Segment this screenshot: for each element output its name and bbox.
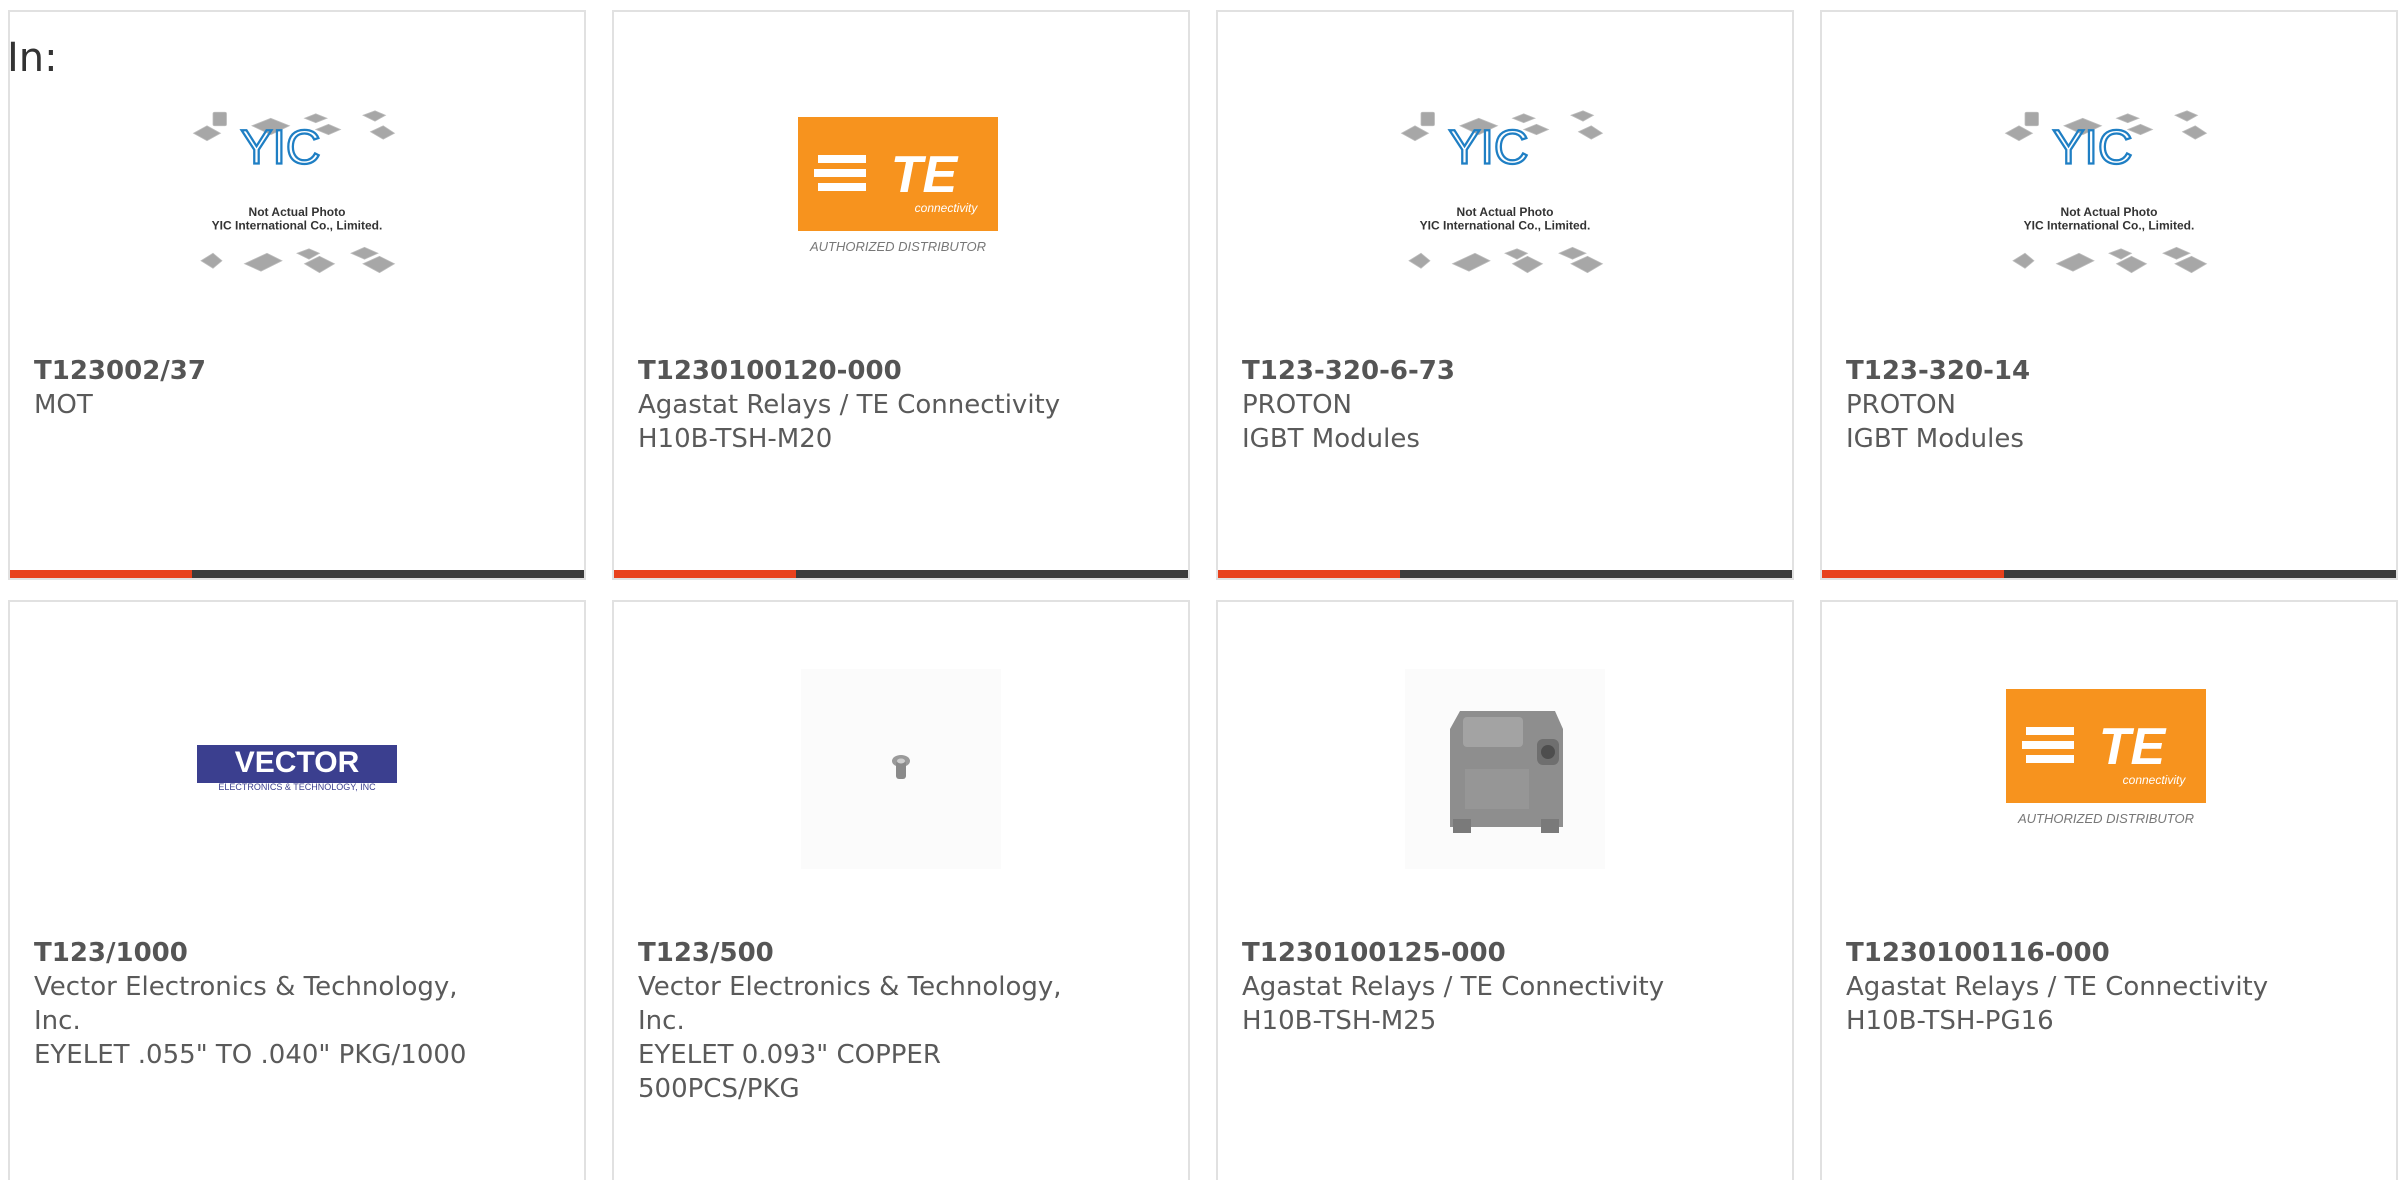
te-logo-image: TE connectivity AUTHORIZED DISTRIBUTOR [798, 117, 998, 254]
product-text: T1230100116-000 Agastat Relays / TE Conn… [1846, 936, 2306, 1038]
product-image-placeholder [1400, 664, 1610, 874]
svg-text:VECTOR: VECTOR [235, 746, 360, 779]
part-number[interactable]: T1230100116-000 [1846, 936, 2306, 970]
product-image-placeholder [796, 664, 1006, 874]
product-line: PROTON [1846, 390, 1957, 420]
part-number[interactable]: T123/1000 [34, 936, 494, 970]
product-line: H10B-TSH-M25 [1242, 1006, 1437, 1036]
product-image-placeholder: TE connectivity AUTHORIZED DISTRIBUTOR [796, 92, 1006, 302]
product-text: T123002/37 MOT [34, 354, 494, 422]
card-footer-bar [614, 570, 1188, 578]
product-line: Agastat Relays / TE Connectivity [638, 390, 1061, 420]
te-logo-image: TE connectivity AUTHORIZED DISTRIBUTOR [2006, 689, 2206, 826]
svg-text:TE: TE [891, 146, 959, 204]
svg-text:YIC International Co., Limited: YIC International Co., Limited. [2024, 218, 2195, 232]
svg-text:Not Actual Photo: Not Actual Photo [2061, 205, 2158, 219]
card-footer-bar [1218, 570, 1792, 578]
yic-placeholder-image: YIC Not Actual Photo YIC International C… [2004, 110, 2208, 274]
product-card[interactable]: YIC Not Actual Photo YIC International C… [1820, 10, 2398, 580]
connector-hood-photo [1405, 669, 1605, 869]
product-line: MOT [34, 390, 93, 420]
search-prefix-label: In: [7, 35, 58, 81]
product-line: EYELET .055" TO .040" PKG/1000 [34, 1040, 467, 1070]
svg-text:YIC International Co., Limited: YIC International Co., Limited. [212, 218, 383, 232]
product-line: Inc. [638, 1006, 685, 1036]
product-line: H10B-TSH-PG16 [1846, 1006, 2054, 1036]
product-line: IGBT Modules [1242, 424, 1420, 454]
svg-text:ELECTRONICS & TECHNOLOGY, INC: ELECTRONICS & TECHNOLOGY, INC [218, 782, 376, 792]
svg-text:YIC: YIC [1448, 121, 1528, 174]
product-card[interactable]: VECTOR ELECTRONICS & TECHNOLOGY, INC T12… [8, 600, 586, 1180]
product-card[interactable]: TE connectivity AUTHORIZED DISTRIBUTOR T… [1820, 600, 2398, 1180]
yic-placeholder-image: YIC Not Actual Photo YIC International C… [1400, 110, 1604, 274]
product-image-placeholder: TE connectivity AUTHORIZED DISTRIBUTOR [2004, 664, 2214, 874]
card-footer-bar [1822, 570, 2396, 578]
product-line: EYELET 0.093" COPPER [638, 1040, 941, 1070]
product-text: T123/500 Vector Electronics & Technology… [638, 936, 1098, 1106]
card-footer-bar [10, 570, 584, 578]
part-number[interactable]: T123-320-6-73 [1242, 354, 1702, 388]
vector-logo-image: VECTOR ELECTRONICS & TECHNOLOGY, INC [197, 745, 397, 792]
product-card[interactable]: YIC Not Actual Photo YIC International C… [8, 10, 586, 580]
product-line: IGBT Modules [1846, 424, 2024, 454]
svg-text:YIC: YIC [240, 121, 320, 174]
part-number[interactable]: T1230100125-000 [1242, 936, 1702, 970]
product-text: T1230100125-000 Agastat Relays / TE Conn… [1242, 936, 1702, 1038]
product-image-placeholder: VECTOR ELECTRONICS & TECHNOLOGY, INC [192, 664, 402, 874]
product-text: T123/1000 Vector Electronics & Technolog… [34, 936, 494, 1072]
product-card[interactable]: T1230100125-000 Agastat Relays / TE Conn… [1216, 600, 1794, 1180]
product-card[interactable]: T123/500 Vector Electronics & Technology… [612, 600, 1190, 1180]
product-text: T123-320-14 PROTON IGBT Modules [1846, 354, 2306, 456]
product-line: H10B-TSH-M20 [638, 424, 833, 454]
product-image-placeholder: YIC Not Actual Photo YIC International C… [192, 92, 402, 302]
product-line: 500PCS/PKG [638, 1074, 800, 1104]
svg-text:connectivity: connectivity [915, 201, 979, 215]
product-image-placeholder: YIC Not Actual Photo YIC International C… [1400, 92, 1610, 302]
yic-placeholder-image: YIC Not Actual Photo YIC International C… [192, 110, 396, 274]
part-number[interactable]: T1230100120-000 [638, 354, 1098, 388]
svg-text:YIC International Co., Limited: YIC International Co., Limited. [1420, 218, 1591, 232]
svg-text:YIC: YIC [2052, 121, 2132, 174]
eyelet-photo [801, 669, 1001, 869]
part-number[interactable]: T123/500 [638, 936, 1098, 970]
svg-text:AUTHORIZED DISTRIBUTOR: AUTHORIZED DISTRIBUTOR [809, 239, 986, 254]
product-line: PROTON [1242, 390, 1353, 420]
product-image-placeholder: YIC Not Actual Photo YIC International C… [2004, 92, 2214, 302]
svg-text:TE: TE [2099, 718, 2167, 776]
part-number[interactable]: T123002/37 [34, 354, 494, 388]
svg-text:Not Actual Photo: Not Actual Photo [249, 205, 346, 219]
product-card[interactable]: YIC Not Actual Photo YIC International C… [1216, 10, 1794, 580]
product-line: Agastat Relays / TE Connectivity [1846, 972, 2269, 1002]
product-line: Vector Electronics & Technology, [638, 972, 1062, 1002]
product-line: Vector Electronics & Technology, [34, 972, 458, 1002]
product-text: T1230100120-000 Agastat Relays / TE Conn… [638, 354, 1098, 456]
product-line: Inc. [34, 1006, 81, 1036]
product-text: T123-320-6-73 PROTON IGBT Modules [1242, 354, 1702, 456]
svg-text:AUTHORIZED DISTRIBUTOR: AUTHORIZED DISTRIBUTOR [2017, 811, 2194, 826]
svg-text:connectivity: connectivity [2123, 773, 2187, 787]
product-line: Agastat Relays / TE Connectivity [1242, 972, 1665, 1002]
part-number[interactable]: T123-320-14 [1846, 354, 2306, 388]
svg-text:Not Actual Photo: Not Actual Photo [1457, 205, 1554, 219]
product-card[interactable]: TE connectivity AUTHORIZED DISTRIBUTOR T… [612, 10, 1190, 580]
